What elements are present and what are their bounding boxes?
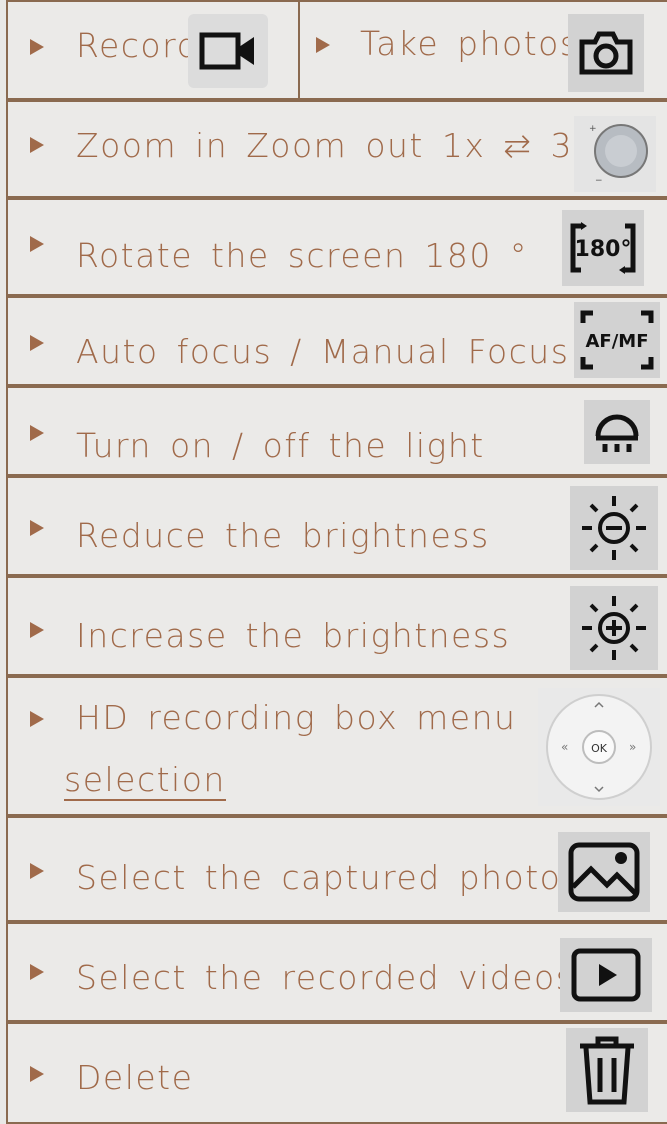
rotate-180-text: 180° [575, 237, 632, 262]
row-focus: Auto focus / Manual Focus AF/MF [6, 296, 667, 386]
row-hd-menu: HD recording box menu selection OK « » [6, 676, 667, 816]
svg-text:+: + [589, 124, 597, 134]
bullet-icon [30, 335, 44, 351]
videos-label: Select the recorded videos [76, 958, 575, 997]
af-mf-icon: AF/MF [574, 302, 660, 378]
camera-icon [568, 14, 644, 92]
light-icon [584, 400, 650, 464]
take-photos-label: Take photos [360, 24, 579, 63]
bullet-icon [30, 711, 44, 727]
increase-label: Increase the brightness [76, 616, 511, 655]
row-divider [298, 2, 300, 98]
bullet-icon [316, 37, 330, 53]
photos-label: Select the captured photos [76, 858, 581, 897]
af-mf-text: AF/MF [585, 331, 648, 352]
row-light: Turn on / off the light [6, 386, 667, 476]
light-label: Turn on / off the light [76, 426, 485, 465]
row-rotate: Rotate the screen 180 ° 180° [6, 198, 667, 296]
zoom-dial-icon: + − [574, 116, 656, 192]
row-reduce-brightness: Reduce the brightness [6, 476, 667, 576]
focus-label: Auto focus / Manual Focus [76, 332, 570, 371]
row-delete: Delete [6, 1022, 667, 1124]
bullet-icon [30, 39, 44, 55]
bullet-icon [30, 137, 44, 153]
row-increase-brightness: Increase the brightness [6, 576, 667, 676]
icon-legend-panel: Record Take photos Zoom in Zoom out 1x ⇆… [0, 0, 667, 1124]
rotate-180-icon: 180° [562, 210, 644, 286]
row-record-photo: Record Take photos [6, 0, 667, 100]
ok-remote-icon: OK « » [538, 688, 660, 806]
row-photos: Select the captured photos [6, 816, 667, 922]
rotate-label: Rotate the screen 180 ° [76, 236, 528, 275]
ok-text: OK [591, 742, 608, 755]
row-videos: Select the recorded videos [6, 922, 667, 1022]
left-arrows-text: « [561, 740, 568, 754]
delete-label: Delete [76, 1058, 194, 1097]
row-zoom: Zoom in Zoom out 1x ⇆ 30x + − [6, 100, 667, 198]
play-icon [560, 938, 652, 1012]
zoom-label: Zoom in Zoom out 1x ⇆ 30x [76, 126, 617, 165]
record-label: Record [76, 26, 200, 65]
gallery-icon [558, 832, 650, 912]
bullet-icon [30, 863, 44, 879]
bullet-icon [30, 964, 44, 980]
reduce-label: Reduce the brightness [76, 516, 490, 555]
bullet-icon [30, 425, 44, 441]
right-arrows-text: » [629, 740, 636, 754]
svg-text:−: − [595, 176, 603, 186]
brightness-down-icon [570, 486, 658, 570]
bullet-icon [30, 236, 44, 252]
hd-label-line1: HD recording box menu [76, 698, 517, 737]
hd-label-line2: selection [64, 760, 226, 801]
trash-icon [566, 1028, 648, 1112]
bullet-icon [30, 622, 44, 638]
brightness-up-icon [570, 586, 658, 670]
bullet-icon [30, 1066, 44, 1082]
bullet-icon [30, 520, 44, 536]
video-camera-icon [188, 14, 268, 88]
